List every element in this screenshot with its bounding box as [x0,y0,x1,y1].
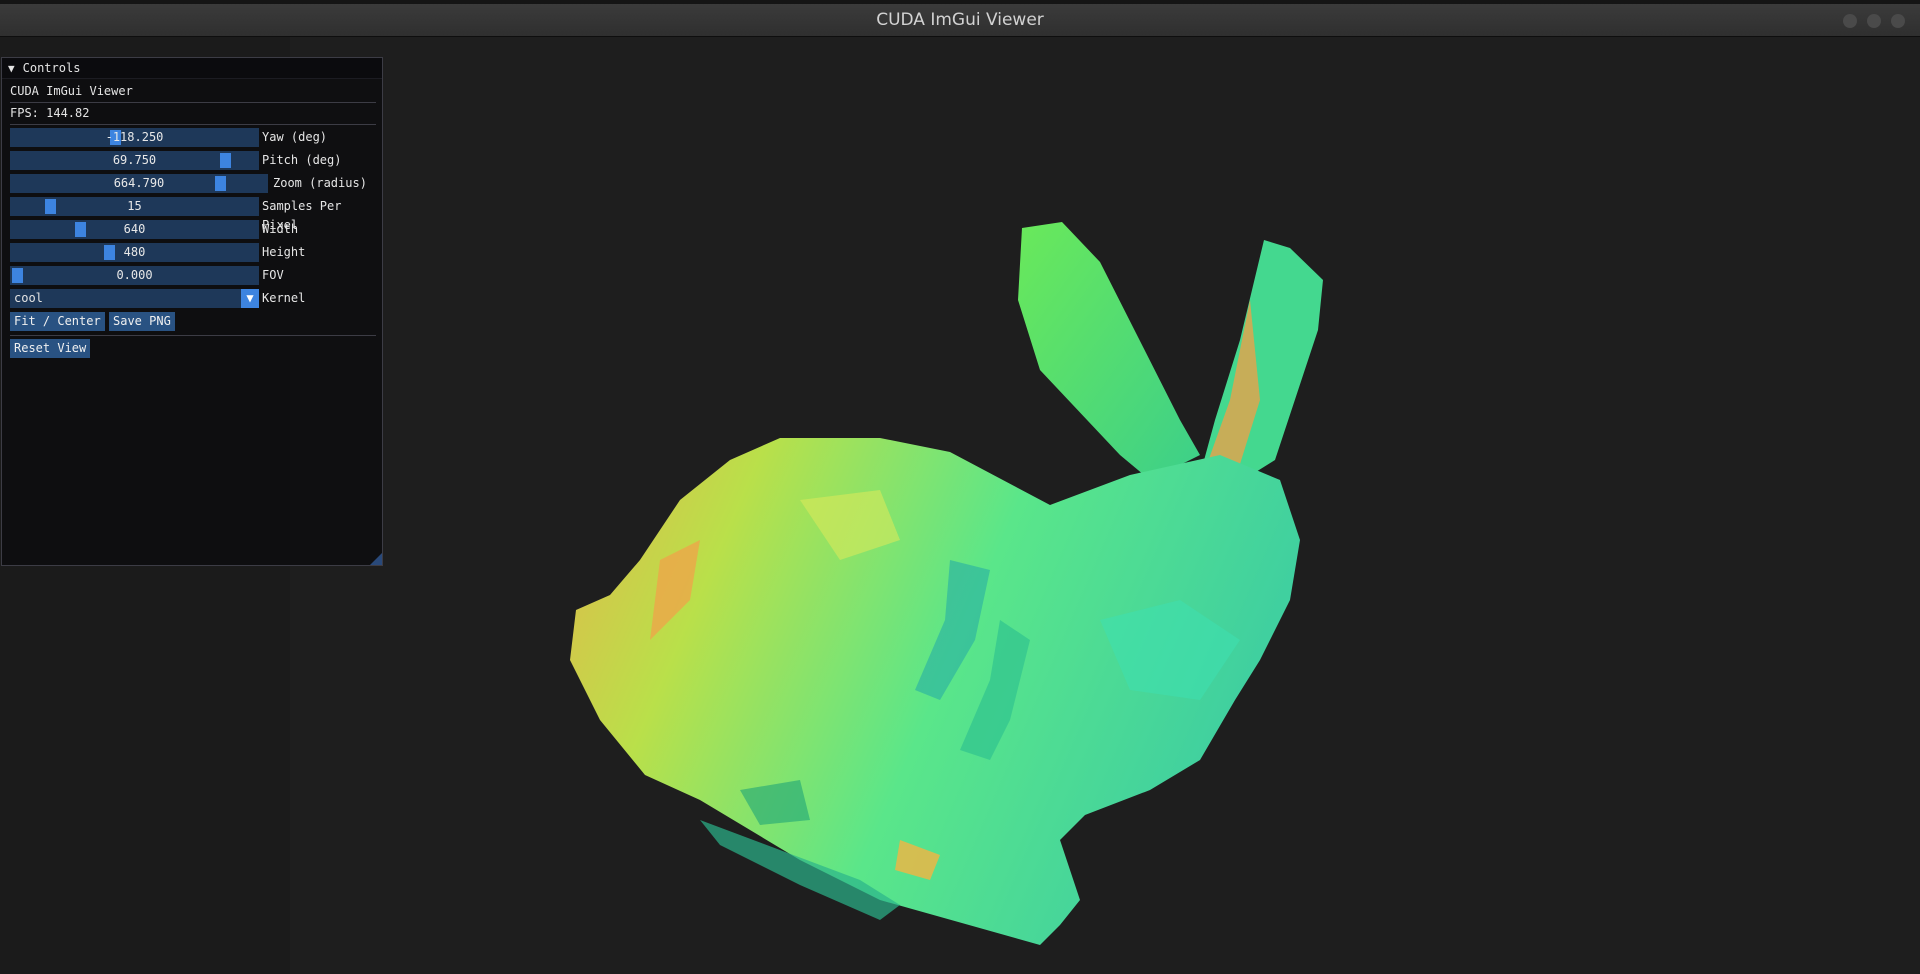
kernel-combo[interactable]: cool ▼ [10,289,259,308]
width-slider[interactable]: 640 [10,220,259,239]
fov-slider[interactable]: 0.000 [10,266,259,285]
resize-grip[interactable] [370,553,382,565]
reset-view-button[interactable]: Reset View [10,339,91,358]
yaw-label: Yaw (deg) [262,130,328,144]
height-label: Height [262,245,306,259]
pitch-label: Pitch (deg) [262,153,342,167]
pitch-slider[interactable]: 69.750 [10,151,259,170]
collapse-triangle-icon[interactable]: ▼ [8,59,15,79]
fps-text: FPS: 144.82 [10,106,90,120]
yaw-slider[interactable]: -118.250 [10,128,259,147]
height-slider-value: 480 [123,245,146,259]
pitch-slider-value: 69.750 [112,153,157,167]
separator [10,102,376,103]
controls-panel-header[interactable]: ▼ Controls [2,58,382,79]
width-label: Width [262,222,299,236]
chevron-down-icon[interactable]: ▼ [241,289,259,308]
samples-slider-value: 15 [127,199,142,213]
samples-slider[interactable]: 15 [10,197,259,216]
controls-panel[interactable]: ▼ Controls CUDA ImGui Viewer FPS: 144.82 … [1,57,383,566]
kernel-label: Kernel [262,291,306,305]
zoom-label: Zoom (radius) [273,176,367,190]
fit-center-button[interactable]: Fit / Center [10,312,105,331]
app-name-text: CUDA ImGui Viewer [10,84,133,98]
separator [10,124,376,125]
fov-label: FOV [262,268,284,282]
separator [10,335,376,336]
yaw-slider-value: -118.250 [105,130,164,144]
save-png-button[interactable]: Save PNG [109,312,175,331]
zoom-slider-value: 664.790 [113,176,165,190]
width-slider-value: 640 [123,222,146,236]
zoom-slider[interactable]: 664.790 [10,174,268,193]
controls-panel-title: Controls [22,61,81,75]
fov-slider-value: 0.000 [116,268,153,282]
kernel-combo-value: cool [14,291,43,305]
height-slider[interactable]: 480 [10,243,259,262]
